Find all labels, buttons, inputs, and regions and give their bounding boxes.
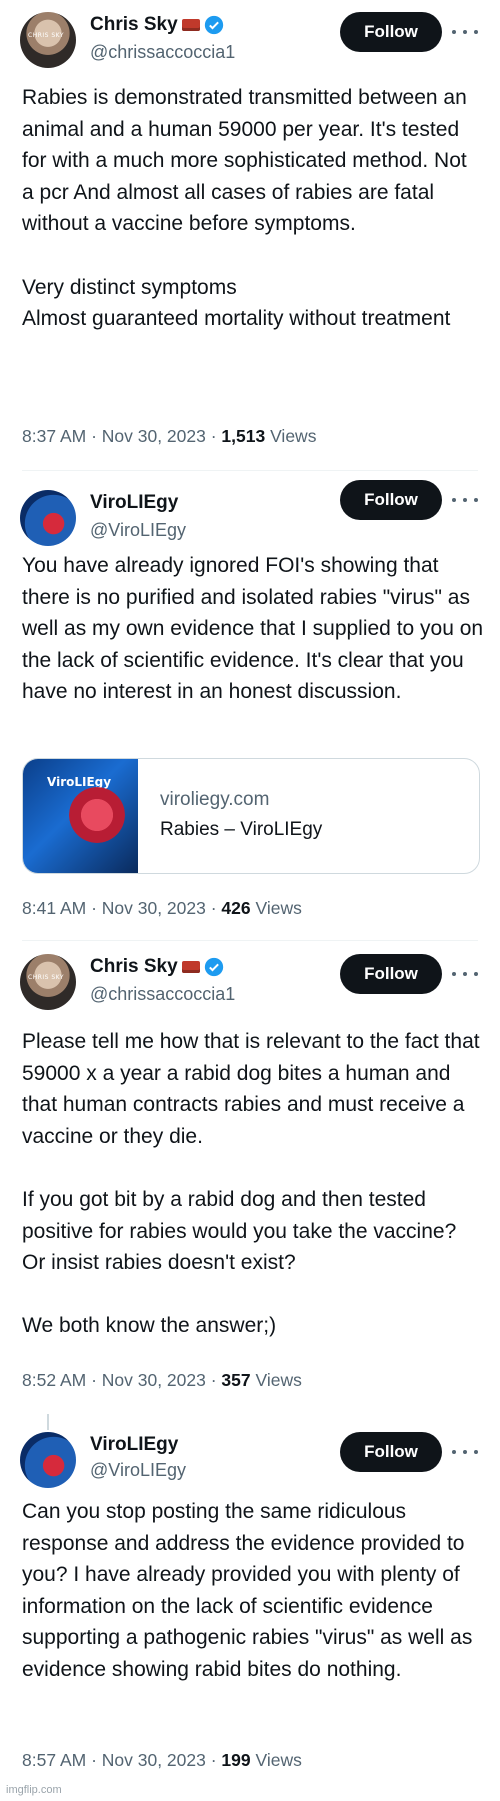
verified-badge-icon bbox=[204, 15, 223, 35]
tweet-text: Please tell me how that is relevant to t… bbox=[22, 1030, 480, 1338]
avatar[interactable]: CHRIS SKY bbox=[20, 954, 76, 1010]
watermark: imgflip.com bbox=[6, 1784, 62, 1796]
views-label: Views bbox=[265, 426, 317, 446]
display-name[interactable]: Chris Sky bbox=[90, 14, 178, 36]
avatar[interactable] bbox=[20, 1432, 76, 1488]
views-count: 199 bbox=[221, 1750, 251, 1770]
tweet-4[interactable]: ViroLIEgy @ViroLIEgy Follow Can you stop… bbox=[0, 1412, 500, 1801]
tweet-meta: 8:41 AM · Nov 30, 2023 · 426 Views bbox=[22, 898, 302, 919]
views-count: 357 bbox=[221, 1370, 251, 1390]
avatar-caption: CHRIS SKY bbox=[28, 32, 65, 39]
avatar-caption: CHRIS SKY bbox=[28, 974, 65, 981]
views-label: Views bbox=[250, 1370, 302, 1390]
more-options-icon[interactable] bbox=[452, 1442, 478, 1462]
more-options-icon[interactable] bbox=[452, 22, 478, 42]
views-label: Views bbox=[250, 1750, 302, 1770]
handle[interactable]: @chrissaccoccia1 bbox=[90, 42, 235, 63]
follow-button[interactable]: Follow bbox=[340, 954, 442, 994]
brick-icon bbox=[181, 961, 200, 973]
verified-badge-icon bbox=[204, 957, 223, 977]
more-options-icon[interactable] bbox=[452, 490, 478, 510]
views-count: 426 bbox=[221, 898, 251, 918]
views-count: 1,513 bbox=[221, 426, 266, 446]
display-name[interactable]: ViroLIEgy bbox=[90, 1434, 178, 1456]
handle[interactable]: @chrissaccoccia1 bbox=[90, 984, 235, 1005]
virus-image bbox=[69, 787, 125, 843]
follow-button[interactable]: Follow bbox=[340, 1432, 442, 1472]
card-domain: viroliegy.com bbox=[160, 789, 270, 810]
tweet-text: You have already ignored FOI's showing t… bbox=[22, 554, 484, 704]
brick-icon bbox=[181, 19, 200, 31]
timestamp[interactable]: 8:37 AM · Nov 30, 2023 · bbox=[22, 426, 221, 446]
timestamp[interactable]: 8:41 AM · Nov 30, 2023 · bbox=[22, 898, 221, 918]
more-options-icon[interactable] bbox=[452, 964, 478, 984]
tweet-meta: 8:37 AM · Nov 30, 2023 · 1,513 Views bbox=[22, 426, 316, 447]
avatar[interactable]: CHRIS SKY bbox=[20, 12, 76, 68]
tweet-meta: 8:52 AM · Nov 30, 2023 · 357 Views bbox=[22, 1370, 302, 1391]
timestamp[interactable]: 8:52 AM · Nov 30, 2023 · bbox=[22, 1370, 221, 1390]
link-card[interactable]: ViroLIEgy viroliegy.com Rabies – ViroLIE… bbox=[22, 758, 480, 874]
follow-button[interactable]: Follow bbox=[340, 12, 442, 52]
handle[interactable]: @ViroLIEgy bbox=[90, 1460, 186, 1481]
tweet-2[interactable]: ViroLIEgy @ViroLIEgy Follow You have alr… bbox=[0, 470, 500, 941]
tweet-1[interactable]: CHRIS SKY Chris Sky @chrissaccoccia1 Fol… bbox=[0, 0, 500, 471]
display-name[interactable]: ViroLIEgy bbox=[90, 492, 178, 514]
display-name[interactable]: Chris Sky bbox=[90, 956, 178, 978]
views-label: Views bbox=[250, 898, 302, 918]
card-title: Rabies – ViroLIEgy bbox=[160, 819, 323, 840]
tweet-text: Rabies is demonstrated transmitted betwe… bbox=[22, 86, 467, 331]
avatar[interactable] bbox=[20, 490, 76, 546]
tweet-text: Can you stop posting the same ridiculous… bbox=[22, 1500, 473, 1681]
card-thumbnail: ViroLIEgy bbox=[23, 759, 138, 873]
tweet-meta: 8:57 AM · Nov 30, 2023 · 199 Views bbox=[22, 1750, 302, 1771]
timestamp[interactable]: 8:57 AM · Nov 30, 2023 · bbox=[22, 1750, 221, 1770]
handle[interactable]: @ViroLIEgy bbox=[90, 520, 186, 541]
follow-button[interactable]: Follow bbox=[340, 480, 442, 520]
tweet-3[interactable]: CHRIS SKY Chris Sky @chrissaccoccia1 Fol… bbox=[0, 940, 500, 1410]
